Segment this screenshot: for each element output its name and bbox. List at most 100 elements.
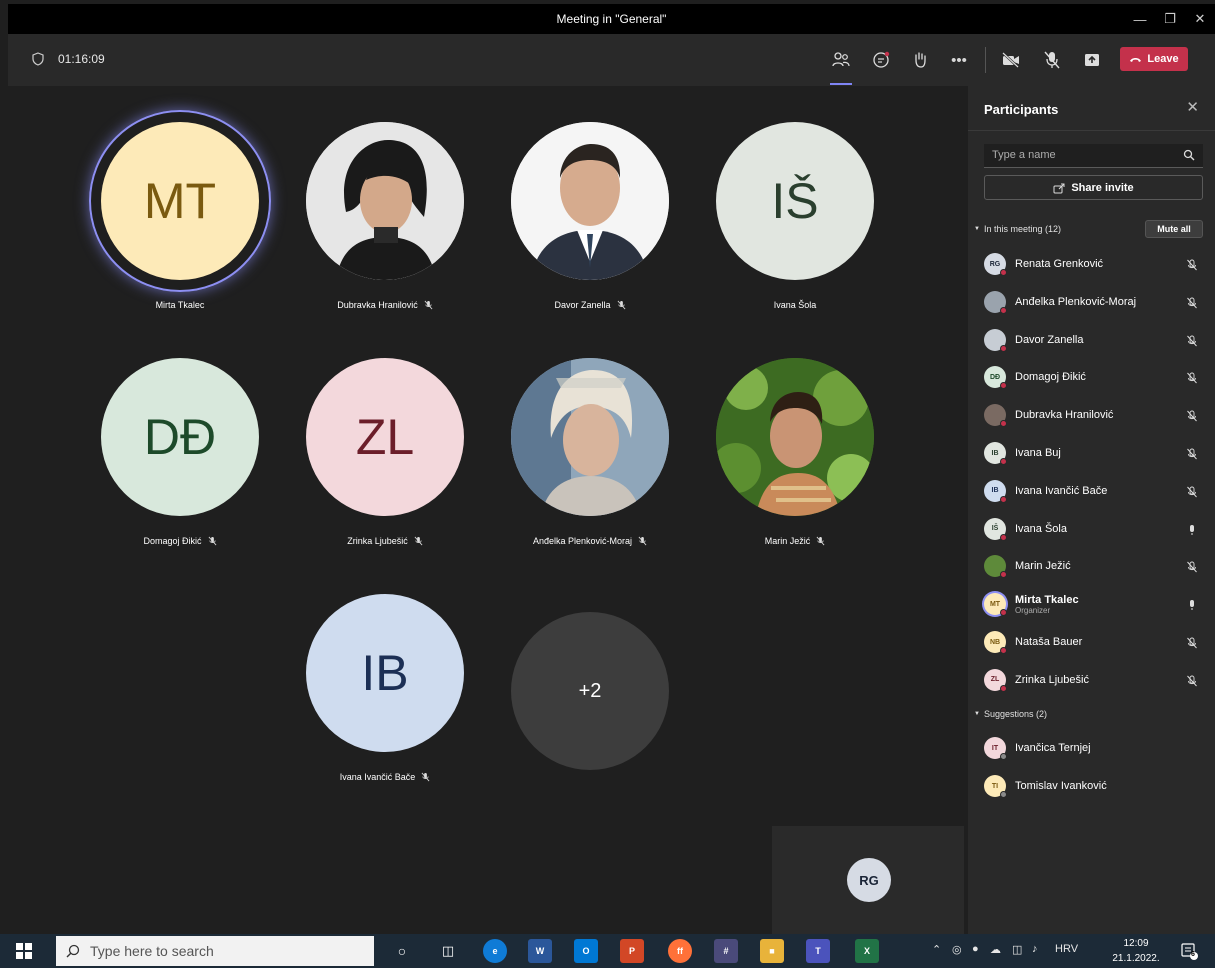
leave-button[interactable]: Leave — [1120, 47, 1188, 71]
presence-status — [1000, 344, 1007, 352]
word-icon[interactable]: W — [528, 939, 552, 963]
toolbar-separator — [985, 47, 986, 73]
participant-search-input[interactable]: Type a name — [984, 144, 1203, 168]
tile-name: Ivana Ivančić Bače — [290, 772, 480, 782]
notifications-icon[interactable]: 6 — [1180, 942, 1198, 960]
people-icon[interactable] — [827, 46, 855, 74]
participant-row[interactable]: ZL Zrinka Ljubešić — [984, 665, 1208, 695]
tile-name: Marin Ježić — [700, 536, 890, 546]
participant-tile[interactable]: MT Mirta Tkalec — [85, 122, 275, 310]
suggestion-avatar: TI — [984, 775, 1007, 798]
participant-tile[interactable]: DĐ Domagoj Đikić — [85, 358, 275, 546]
presence-status — [1000, 647, 1007, 654]
participant-tile[interactable]: ZL Zrinka Ljubešić — [290, 358, 480, 546]
tile-name: Anđelka Plenković-Moraj — [495, 536, 685, 546]
suggestion-row[interactable]: IT Ivančica Ternjej — [984, 733, 1208, 763]
clock-time: 12:09 — [1123, 938, 1149, 949]
minimize-icon[interactable]: — — [1125, 4, 1155, 34]
volume-icon[interactable]: ♪ — [1032, 943, 1038, 955]
suggestion-name: Tomislav Ivanković — [1015, 780, 1107, 792]
calculator-icon[interactable]: # — [714, 939, 738, 963]
participant-tile[interactable]: IŠ Ivana Šola — [700, 122, 890, 310]
presence-status — [1000, 533, 1007, 541]
taskbar-search-input[interactable]: Type here to search — [56, 936, 374, 966]
participant-avatar: IB — [984, 442, 1007, 465]
chat-icon[interactable] — [867, 46, 895, 74]
onedrive-icon[interactable]: ☁ — [990, 943, 1001, 956]
search-icon — [1183, 149, 1195, 161]
participant-avatar: NB — [984, 631, 1007, 654]
participant-tile[interactable]: IB Ivana Ivančić Bače — [290, 594, 480, 782]
participant-row[interactable]: RG Renata Grenković — [984, 249, 1208, 279]
participant-name: Anđelka Plenković-Moraj — [1015, 295, 1137, 308]
presence-status — [1000, 571, 1007, 579]
people-active-indicator — [830, 83, 852, 85]
teams-window: Meeting in "General" — ❐ ✕ 01:16:09 ••• — [0, 0, 1215, 968]
suggestion-row[interactable]: TI Tomislav Ivanković — [984, 771, 1208, 801]
presence-status — [1000, 420, 1007, 428]
participant-tile[interactable]: Dubravka Hranilović — [290, 122, 480, 310]
microphone-tray-icon[interactable]: ● — [972, 943, 979, 955]
participant-tile[interactable]: Anđelka Plenković-Moraj — [495, 358, 685, 546]
participant-row[interactable]: IŠ Ivana Šola — [984, 514, 1208, 544]
participant-row[interactable]: Davor Zanella — [984, 325, 1208, 355]
participant-row[interactable]: IB Ivana Ivančić Bače — [984, 476, 1208, 506]
self-avatar: RG — [847, 858, 891, 902]
participant-row[interactable]: IB Ivana Buj — [984, 438, 1208, 468]
firefox-icon[interactable]: ff — [668, 939, 692, 963]
raise-hand-icon[interactable] — [906, 46, 934, 74]
camera-off-icon[interactable] — [997, 46, 1025, 74]
mic-off-icon — [1186, 485, 1198, 498]
shield-icon — [32, 52, 44, 66]
participant-row[interactable]: MT Mirta Tkalec Organizer — [984, 589, 1208, 619]
notification-badge: 6 — [1191, 951, 1195, 958]
mute-all-button[interactable]: Mute all — [1145, 220, 1203, 238]
task-view-icon[interactable]: ◫ — [436, 939, 460, 963]
participant-tile[interactable]: Marin Ježić — [700, 358, 890, 546]
teams-icon[interactable]: T — [806, 939, 830, 963]
cortana-icon[interactable]: ○ — [390, 939, 414, 963]
presence-status — [1000, 306, 1007, 314]
taskbar-clock[interactable]: 12:09 21.1.2022. — [1112, 936, 1160, 966]
mic-off-icon — [1186, 258, 1198, 271]
outlook-icon[interactable]: O — [574, 939, 598, 963]
participant-name: Mirta Tkalec — [1015, 593, 1079, 606]
mic-off-icon — [617, 300, 625, 310]
in-meeting-header[interactable]: ▼ In this meeting (12) — [974, 224, 1061, 234]
share-invite-button[interactable]: Share invite — [984, 175, 1203, 200]
network-icon[interactable]: ◫ — [1012, 943, 1022, 956]
file-explorer-icon[interactable]: ■ — [760, 939, 784, 963]
window-title: Meeting in "General" — [556, 12, 667, 26]
edge-icon[interactable]: e — [483, 939, 507, 963]
participant-row[interactable]: NB Nataša Bauer — [984, 627, 1208, 657]
restore-icon[interactable]: ❐ — [1155, 4, 1185, 34]
windows-start-icon[interactable] — [16, 943, 32, 959]
meet-now-icon[interactable]: ◎ — [952, 943, 962, 956]
suggestions-header[interactable]: ▼ Suggestions (2) — [974, 709, 1047, 719]
presence-status — [1000, 684, 1007, 692]
self-view[interactable]: RG — [772, 826, 964, 934]
presence-status — [1000, 269, 1007, 276]
participant-name: Ivana Ivančić Bače — [1015, 484, 1108, 497]
participant-row[interactable]: Anđelka Plenković-Moraj — [984, 287, 1208, 317]
excel-icon[interactable]: X — [855, 939, 879, 963]
presence-status — [1000, 753, 1007, 760]
overflow-tile[interactable]: +2 — [495, 612, 685, 770]
more-options-icon[interactable]: ••• — [945, 46, 973, 74]
mic-off-icon[interactable] — [1038, 46, 1066, 74]
show-hidden-icons[interactable]: ⌃ — [932, 943, 941, 956]
phone-hangup-icon — [1130, 57, 1142, 62]
participant-row[interactable]: Marin Ježić — [984, 551, 1208, 581]
mic-on-icon — [1186, 523, 1198, 535]
language-indicator[interactable]: HRV — [1055, 943, 1078, 955]
participant-tile[interactable]: Davor Zanella — [495, 122, 685, 310]
participant-name: Marin Ježić — [1015, 560, 1071, 573]
participant-row[interactable]: DĐ Domagoj Đikić — [984, 362, 1208, 392]
share-screen-icon[interactable] — [1078, 46, 1106, 74]
close-icon[interactable]: ✕ — [1185, 4, 1215, 34]
participant-row[interactable]: Dubravka Hranilović — [984, 400, 1208, 430]
powerpoint-icon[interactable]: P — [620, 939, 644, 963]
avatar-photo — [716, 358, 874, 516]
mic-off-icon — [208, 536, 216, 546]
close-panel-icon[interactable]: ✕ — [1186, 98, 1199, 116]
